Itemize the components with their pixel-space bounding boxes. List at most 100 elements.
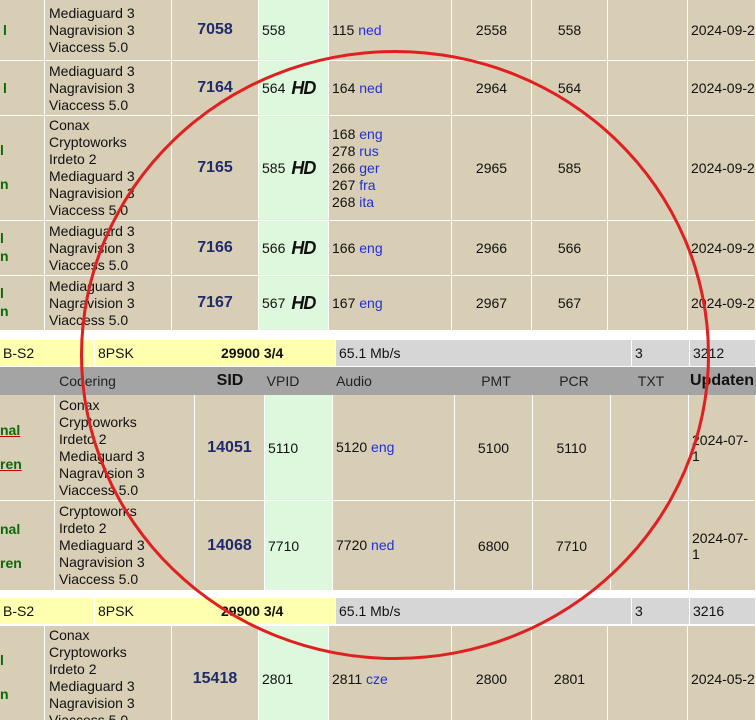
sid-cell: 7166 [172,221,259,275]
table-row: l n Conax Cryptoworks Irdeto 2 Mediaguar… [0,115,756,220]
header-txt[interactable]: TXT [633,367,669,395]
vpid-value: 2801 [262,671,294,687]
audio-language-link[interactable]: eng [371,439,394,455]
pmt-value: 2967 [475,295,508,311]
transponder-symbol-rate: 29900 3/4 [218,598,336,624]
audio-language-link[interactable]: ger [359,160,379,176]
encryption-cell: Cryptoworks Irdeto 2 Mediaguard 3 Nagrav… [55,501,195,590]
encryption-item: Viaccess 5.0 [59,481,139,498]
encryption-item: Nagravision 3 [49,294,135,311]
vpid-cell: 558 [259,0,329,60]
updated-date: 2024-09-2 [691,240,755,256]
channel-name-fragment[interactable]: l [0,652,4,668]
audio-pid: 267 [332,176,356,193]
vpid-value: 5110 [268,439,299,456]
vpid-cell: 585 HD [259,116,329,220]
transponder-bitrate: 65.1 Mb/s [336,598,632,624]
audio-language-link[interactable]: cze [366,671,388,687]
sid-cell: 15418 [172,626,259,720]
channel-name-cell[interactable]: l n [0,221,45,275]
header-encryption[interactable]: Codering [55,367,120,395]
encryption-item: Mediaguard 3 [49,678,135,694]
channel-name-cell[interactable]: l n [0,276,45,330]
header-vpid[interactable]: VPID [265,367,301,395]
channel-name-fragment[interactable]: n [0,248,9,264]
audio-language-link[interactable]: fra [359,177,375,193]
encryption-item: Nagravision 3 [49,239,135,256]
header-pmt[interactable]: PMT [476,367,516,395]
channel-name-cell[interactable]: nal ren [0,395,55,500]
table-row: l Mediaguard 3 Nagravision 3 Viaccess 5.… [0,60,756,115]
channel-name-fragment[interactable]: n [0,303,9,319]
updated-cell: 2024-07-1 [689,501,756,590]
channel-name-fragment[interactable]: l [0,285,4,301]
sid-value: 7164 [197,79,233,96]
encryption-item: Mediaguard 3 [49,168,135,184]
audio-cell: 5120 eng [333,395,455,500]
channel-name-cell[interactable]: l n [0,116,45,220]
encryption-item: Mediaguard 3 [49,4,135,21]
channel-name-fragment[interactable]: ren [0,555,22,571]
audio-language-link[interactable]: eng [359,240,382,256]
channel-name-fragment[interactable]: n [0,686,9,702]
vpid-cell: 7710 [265,501,333,590]
hd-badge-icon: HD [291,292,316,313]
sid-cell: 7164 [172,61,259,115]
channel-name-fragment[interactable]: l [3,80,7,96]
audio-language-link[interactable]: ned [358,22,381,38]
channel-name-fragment[interactable]: ren [0,456,22,472]
txt-cell [608,61,688,115]
encryption-item: Viaccess 5.0 [49,311,129,328]
audio-cell: 164 ned [329,61,452,115]
sid-value: 14068 [207,536,252,554]
audio-cell: 168 eng 278 rus 266 ger 267 fra 268 ita [329,116,452,220]
channel-table: l Mediaguard 3 Nagravision 3 Viaccess 5.… [0,0,756,720]
channel-name-fragment[interactable]: l [3,22,7,38]
pmt-cell: 5100 [455,395,533,500]
header-pcr[interactable]: PCR [554,367,594,395]
channel-name-cell[interactable]: l [0,61,45,115]
channel-name-fragment[interactable]: nal [0,422,20,438]
vpid-value: 585 [262,160,286,176]
encryption-item: Mediaguard 3 [59,447,145,464]
encryption-item: Nagravision 3 [59,464,145,481]
audio-pid: 266 [332,159,356,176]
channel-name-fragment[interactable]: l [0,142,4,158]
channel-name-fragment[interactable]: nal [0,521,20,537]
encryption-cell: Conax Cryptoworks Irdeto 2 Mediaguard 3 … [55,395,195,500]
header-sid[interactable]: SID [195,367,265,395]
audio-pid: 164 [332,79,356,96]
audio-pid: 2811 [332,671,363,687]
encryption-cell: Mediaguard 3 Nagravision 3 Viaccess 5.0 [45,0,172,60]
audio-track: 166 eng [332,240,451,257]
audio-track: 164 ned [332,80,451,97]
channel-name-cell[interactable]: l n [0,626,45,720]
audio-language-link[interactable]: eng [359,126,382,142]
channel-name-fragment[interactable]: n [0,176,9,192]
audio-cell: 115 ned [329,0,452,60]
transponder-field-b: 3212 [690,340,756,366]
audio-language-link[interactable]: eng [359,295,382,311]
audio-language-link[interactable]: ned [371,537,394,553]
updated-cell: 2024-05-2 [688,626,756,720]
updated-date: 2024-05-2 [691,671,755,687]
encryption-item: Nagravision 3 [49,695,135,711]
channel-name-fragment[interactable]: l [0,230,4,246]
channel-name-cell[interactable]: nal ren [0,501,55,590]
audio-language-link[interactable]: ned [359,80,382,96]
audio-cell: 2811 cze [329,626,452,720]
channel-name-cell[interactable]: l [0,0,45,60]
transponder-system: B-S2 [0,598,95,624]
pcr-value: 585 [557,160,582,176]
header-updated[interactable]: Updaten [690,367,756,395]
encryption-item: Conax [49,627,90,643]
audio-language-link[interactable]: rus [359,143,378,159]
transponder-field-a: 3 [632,598,690,624]
audio-track: 5120 eng [336,439,454,456]
header-audio[interactable]: Audio [334,367,374,395]
hd-badge-icon: HD [291,157,316,178]
pcr-cell: 2801 [532,626,608,720]
table-row: l n Conax Cryptoworks Irdeto 2 Mediaguar… [0,626,756,720]
audio-language-link[interactable]: ita [359,194,374,210]
encryption-item: Mediaguard 3 [49,277,135,294]
